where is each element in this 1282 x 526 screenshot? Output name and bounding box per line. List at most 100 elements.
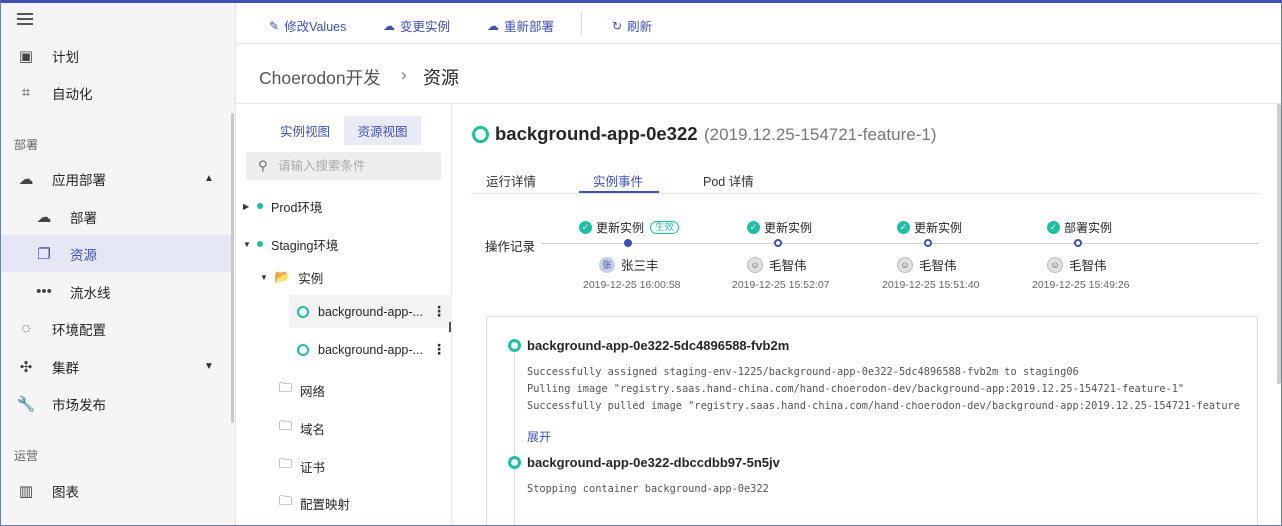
sidebar-item-chart[interactable]: ▥ 图表 [1,472,233,509]
event-pod-name: background-app-0e322-dbccdbb97-5n5jv [527,455,780,470]
sidebar-item-automation[interactable]: ⌗ 自动化 [1,74,233,111]
modify-values-button[interactable]: ✎ 修改Values [269,16,346,35]
tab-pod-detail[interactable]: Pod 详情 [703,171,754,190]
page-header: Choerodon开发 › 资源 [237,44,1281,104]
check-circle-icon: ✓ [897,221,910,234]
resize-handle[interactable] [449,322,451,332]
expand-link[interactable]: 展开 [527,428,551,445]
chart-icon: ▥ [18,482,34,500]
record-time: 2019-12-25 15:52:07 [732,279,830,291]
tab-instance-view[interactable]: 实例视图 [269,116,341,145]
file-copy-icon: ❐ [37,245,51,263]
sidebar-item-plan[interactable]: ▣ 计划 [1,37,233,74]
record-time: 2019-12-25 15:49:26 [1032,279,1130,291]
event-connector [514,469,515,525]
search-input[interactable] [278,156,438,176]
caret-down-icon: ▼ [260,272,268,282]
instance-version: (2019.12.25-154721-feature-1) [704,125,937,144]
instance-status-icon [297,305,309,318]
record-action: ✓ 更新实例 [747,219,812,236]
tree-node-staging[interactable]: ▼ Staging环境 [243,233,338,255]
event-log-line: Successfully pulled image "registry.saas… [527,400,1240,412]
tab-resource-view[interactable]: 资源视图 [344,116,421,145]
sidebar-item-cluster[interactable]: ✣ 集群 ▼ [1,348,233,385]
caret-right-icon: ▶ [243,201,250,211]
event-connector [514,352,515,456]
breadcrumb-separator: › [401,65,407,84]
record-user: ☺ 毛智伟 [747,255,807,274]
resource-tree-panel: 实例视图 资源视图 ⚲ ▶ Prod环境 ▼ Staging环境 ▼ 📂 实例 … [237,104,452,525]
section-title-deploy: 部署 [14,138,39,152]
avatar: 张 [599,256,615,273]
change-instance-button[interactable]: ☁ 变更实例 [383,16,450,35]
avatar: ☺ [747,256,763,273]
chevron-up-icon: ▲ [204,173,214,184]
timeline-node[interactable] [624,239,632,247]
timeline-node[interactable] [774,239,782,247]
cloud-upload-icon: ☁ [36,208,52,226]
folder-icon: 🗀 [279,456,293,471]
ring-icon: ◌ [21,320,31,337]
cloud-icon: ☁ [18,170,34,188]
menu-icon[interactable] [17,13,33,27]
refresh-button[interactable]: ↻ 刷新 [612,16,652,35]
tree-instance-item[interactable]: background-app-... ⋮ [289,295,452,328]
folder-icon: 🗀 [279,380,293,395]
redeploy-button[interactable]: ☁ 重新部署 [487,16,554,35]
record-time: 2019-12-25 15:51:40 [882,279,980,291]
page-title: 资源 [423,68,459,88]
sidebar-item-app-deploy[interactable]: ☁ 应用部署 ▲ [1,160,233,197]
sidebar-item-pipeline[interactable]: ••• 流水线 [1,273,233,310]
more-vertical-icon[interactable]: ⋮ [432,341,446,358]
instance-status-icon [472,126,489,143]
cloud-upload-icon: ☁ [383,18,395,33]
sidebar-item-deploy[interactable]: ☁ 部署 [1,198,233,235]
sidebar-item-env-config[interactable]: ◌ 环境配置 [1,310,233,347]
edit-icon: ✎ [269,18,280,33]
timeline-node[interactable] [924,239,932,247]
detail-scrollbar[interactable] [1277,104,1281,384]
wrench-icon: 🔧 [16,395,36,413]
tree-node-instance-folder[interactable]: ▼ 📂 实例 [260,266,323,288]
event-log-line: Successfully assigned staging-env-1225/b… [527,366,1079,378]
sidebar-scrollbar[interactable] [231,113,234,423]
tree-node-certificate[interactable]: 🗀 证书 [279,455,325,477]
sidebar: ▣ 计划 ⌗ 自动化 部署 ☁ 应用部署 ▲ ☁ 部署 ❐ 资源 ••• 流水线… [1,3,236,525]
status-badge: 生效 [650,221,680,234]
tab-run-detail[interactable]: 运行详情 [486,171,536,190]
tree-node-configmap[interactable]: 🗀 配置映射 [279,492,350,514]
instance-status-icon [297,343,309,356]
sidebar-item-market[interactable]: 🔧 市场发布 [1,385,233,422]
tree-node-network[interactable]: 🗀 网络 [279,379,325,401]
app-window: ▣ 计划 ⌗ 自动化 部署 ☁ 应用部署 ▲ ☁ 部署 ❐ 资源 ••• 流水线… [0,0,1282,526]
tree-instance-item[interactable]: background-app-... ⋮ [289,333,452,366]
timeline-axis [541,243,1259,244]
record-action: ✓ 部署实例 [1047,219,1112,236]
cloud-sync-icon: ☁ [487,18,499,33]
more-vertical-icon[interactable]: ⋮ [432,303,446,320]
search-icon: ⚲ [258,158,268,173]
sidebar-item-resource[interactable]: ❐ 资源 [1,235,233,272]
record-action: ✓ 更新实例 [897,219,962,236]
breadcrumb-project[interactable]: Choerodon开发 [259,65,381,90]
instance-title: background-app-0e322 [495,123,698,144]
section-title-ops: 运营 [14,449,39,463]
check-circle-icon: ✓ [1047,221,1060,234]
event-pod-name: background-app-0e322-5dc4896588-fvb2m [527,338,790,353]
tree-node-domain[interactable]: 🗀 域名 [279,417,325,439]
event-status-icon [508,456,521,469]
avatar: ☺ [897,256,913,273]
event-log-line: Stopping container background-app-0e322 [527,483,769,495]
check-circle-icon: ✓ [579,221,592,234]
check-circle-icon: ✓ [747,221,760,234]
toolbar-divider [581,14,582,34]
folder-icon: 🗀 [279,493,293,508]
dots-icon: ••• [36,283,52,300]
timeline-node[interactable] [1074,239,1082,247]
tab-instance-events[interactable]: 实例事件 [593,171,643,190]
caret-down-icon: ▼ [243,239,251,249]
tree-node-prod[interactable]: ▶ Prod环境 [243,195,322,217]
event-list: background-app-0e322-5dc4896588-fvb2m Su… [486,316,1258,525]
refresh-icon: ↻ [612,18,623,33]
cluster-icon: ✣ [19,358,33,376]
